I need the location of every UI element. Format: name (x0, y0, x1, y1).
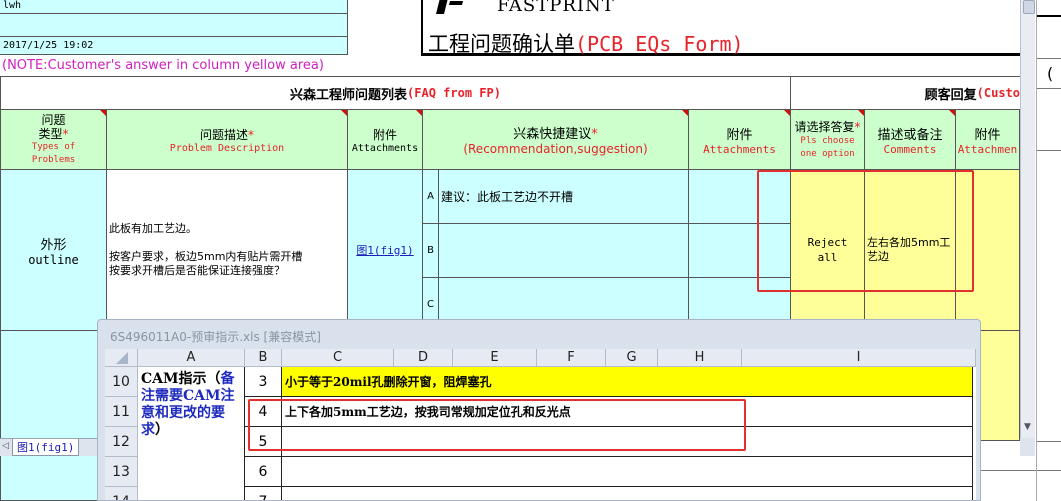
col-header-attachments-3[interactable]: 附件 Attachmen (956, 110, 1020, 170)
att3-header-en: Attachmen (957, 142, 1018, 156)
row-header-10[interactable]: 10 (105, 367, 138, 397)
att2-header-cn: 附件 (726, 127, 753, 143)
att2-header-en: Attachments (703, 142, 776, 156)
col-header-type[interactable]: 问题 类型* Types of Problems (0, 110, 107, 170)
choose-header-cn: 请选择答复 (794, 120, 855, 134)
bottom-strip (975, 456, 1036, 501)
fp-header-en: (FAQ from FP) (407, 86, 501, 100)
b-cell-row14[interactable]: 7 (245, 487, 282, 500)
row-header-11[interactable]: 11 (105, 397, 138, 427)
sheet-tab-fig1[interactable]: 图1(fig1) (12, 439, 80, 456)
scroll-corner (1020, 438, 1035, 456)
row-header-14[interactable]: 14 (105, 487, 138, 500)
col-header-choose[interactable]: 请选择答复* Pls choose one option (791, 110, 865, 170)
scroll-thumb[interactable] (1023, 0, 1035, 14)
col-header-e[interactable]: E (453, 349, 537, 367)
excel-window[interactable]: 6S496011A0-预审指示.xls [兼容模式] A B C D E F G… (97, 319, 981, 501)
att-header-en: Attachments (351, 142, 419, 154)
option-b-letter: B (423, 224, 439, 278)
rec-header-cn: 兴森快捷建议 (513, 127, 592, 142)
row-header-13[interactable]: 13 (105, 457, 138, 487)
scroll-down-arrow-icon[interactable]: ▼ (1024, 422, 1031, 432)
cust-header-en: (Custo (976, 86, 1020, 100)
option-a-label: 建议：此板工艺边不开槽 (441, 190, 574, 204)
col-header-i[interactable]: I (742, 349, 976, 367)
tab-scroll-icon[interactable]: ◁ (2, 441, 9, 451)
instruction-highlight-box (248, 399, 746, 451)
excel-window-title[interactable]: 6S496011A0-预审指示.xls [兼容模式] (110, 328, 321, 345)
type-header-en: Types of Problems (31, 141, 76, 165)
select-all-corner[interactable] (105, 349, 138, 367)
att-header-cn: 附件 (372, 127, 397, 142)
cam-instruction-suffix: ） (155, 422, 169, 438)
col-header-b[interactable]: B (245, 349, 282, 367)
row1-description: 此板有加工艺边。 按客户要求，板边5mm内有贴片需开槽 按要求开槽后是否能保证连… (109, 222, 303, 277)
col-header-a[interactable]: A (138, 349, 245, 367)
user-cell[interactable]: lwh (0, 0, 348, 14)
instruction-row14[interactable] (282, 487, 973, 500)
user-value: lwh (3, 0, 22, 11)
col-header-comments[interactable]: 描述或备注 Comments (865, 110, 956, 170)
option-a-letter: A (423, 170, 439, 224)
reply-highlight-box (757, 170, 974, 292)
fig1-link[interactable]: 图1(fig1) (356, 242, 413, 258)
row1-type-cell[interactable]: 外形 outline (0, 170, 107, 331)
col-header-description[interactable]: 问题描述* Problem Description (107, 110, 348, 170)
right-edge-text: ( (1047, 64, 1054, 83)
sheet-tab-bar: ◁ 图1(fig1) (0, 438, 100, 456)
instruction-row10[interactable]: 小于等于20mil孔删除开窗，阻焊塞孔 (282, 367, 973, 397)
fastprint-logo-icon (435, 0, 471, 14)
col-header-h[interactable]: H (658, 349, 742, 367)
col-header-d[interactable]: D (394, 349, 453, 367)
type-header-cn: 问题 类型 (38, 112, 66, 141)
cam-instruction-cell[interactable]: CAM指示（备注需要CAM注意和更改的要求） (138, 367, 245, 500)
row1-description-cell[interactable]: 此板有加工艺边。 按客户要求，板边5mm内有贴片需开槽 按要求开槽后是否能保证连… (107, 170, 348, 331)
col-header-g[interactable]: G (606, 349, 658, 367)
datetime-cell[interactable]: 2017/1/25 19:02 (0, 37, 348, 55)
instruction-row13[interactable] (282, 457, 973, 487)
col-header-f[interactable]: F (537, 349, 606, 367)
option-b-text[interactable] (439, 224, 689, 278)
brand-name: FASTPRINT (497, 0, 615, 16)
col-header-c[interactable]: C (282, 349, 394, 367)
cust-header-cn: 顾客回复 (924, 87, 977, 103)
option-a-text[interactable]: 建议：此板工艺边不开槽 (439, 170, 689, 224)
col-header-attachments-2[interactable]: 附件 Attachments (689, 110, 791, 170)
b-cell-row10[interactable]: 3 (245, 367, 282, 397)
desc-header-en: Problem Description (169, 142, 285, 154)
col-header-attachments[interactable]: 附件 Attachments (348, 110, 423, 170)
customer-note: (NOTE:Customer's answer in column yellow… (2, 58, 324, 73)
instruction-row10-text: 小于等于20mil孔删除开窗，阻焊塞孔 (285, 375, 492, 389)
rec-header-en: (Recommendation,suggestion) (463, 142, 648, 156)
row-header-12[interactable]: 12 (105, 427, 138, 457)
form-title-en: (PCB EQs Form) (575, 32, 744, 56)
fp-section-header[interactable]: 兴森工程师问题列表 (FAQ from FP) (0, 76, 791, 110)
empty-info-cell[interactable] (0, 14, 348, 37)
comments-header-cn: 描述或备注 (877, 127, 943, 143)
excel-grid: 10 11 12 13 14 CAM指示（备注需要CAM注意和更改的要求） 3 … (105, 367, 976, 500)
comments-header-en: Comments (883, 142, 937, 156)
row1-attachment-cell[interactable]: 图1(fig1) (348, 170, 423, 331)
row1-type-cn: 外形 (40, 237, 67, 253)
datetime-value: 2017/1/25 19:02 (3, 40, 94, 51)
vertical-scrollbar[interactable]: ▼ (1020, 0, 1035, 438)
desc-header-cn: 问题描述 (199, 127, 248, 142)
att3-header-cn: 附件 (974, 127, 1001, 143)
col-header-recommendation[interactable]: 兴森快捷建议* (Recommendation,suggestion) (423, 110, 689, 170)
row1-type-en: outline (28, 252, 79, 267)
cam-instruction-prefix: CAM指示（ (141, 371, 221, 387)
column-headers: A B C D E F G H I (105, 349, 976, 367)
customer-section-header[interactable]: 顾客回复 (Custo (790, 76, 1020, 110)
choose-header-en: Pls choose one option (800, 136, 855, 159)
form-title-box: FASTPRINT 工程问题确认单(PCB EQs Form) (421, 0, 1021, 56)
right-edge-panel: ( (1036, 0, 1061, 501)
row2-type-cell[interactable] (0, 331, 107, 501)
form-title-cn: 工程问题确认单 (428, 32, 575, 56)
form-title: 工程问题确认单(PCB EQs Form) (428, 28, 744, 58)
b-cell-row13[interactable]: 6 (245, 457, 282, 487)
fp-header-cn: 兴森工程师问题列表 (290, 87, 408, 103)
